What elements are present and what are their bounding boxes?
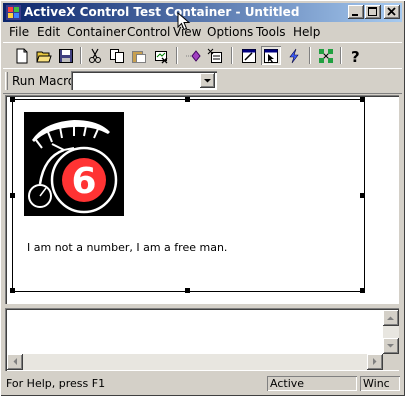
toolbar-separator <box>309 47 311 64</box>
status-help-pane: For Help, press F1 <box>3 376 265 391</box>
delete-icon <box>155 51 168 64</box>
invoke-methods-icon <box>289 48 299 64</box>
control-quote-text: I am not a number, I am a free man. <box>27 241 228 254</box>
resize-handle[interactable] <box>360 97 365 102</box>
main-window: ActiveX Control Test Container - Untitle… <box>0 0 405 396</box>
minimize-button[interactable] <box>348 5 364 19</box>
arrow-up-icon <box>387 316 394 320</box>
menu-edit[interactable]: Edit <box>37 25 60 39</box>
save-icon <box>59 49 73 63</box>
status-bar: For Help, press F1 Active Winc <box>3 374 402 393</box>
resize-handle[interactable] <box>10 97 15 102</box>
new-button[interactable] <box>12 46 32 65</box>
toolbar-separator <box>80 47 82 64</box>
status-help-text: For Help, press F1 <box>6 377 106 390</box>
mouse-pointer-icon <box>177 12 191 31</box>
maximize-button[interactable] <box>365 5 381 19</box>
open-button[interactable] <box>34 46 54 65</box>
resize-handle[interactable] <box>185 97 190 102</box>
minimize-icon <box>352 14 358 16</box>
properties-icon <box>207 48 222 63</box>
insert-control-icon <box>186 50 201 62</box>
toolbar-separator <box>176 47 178 64</box>
toolbar: ? <box>3 42 402 69</box>
menu-help[interactable]: Help <box>293 25 320 39</box>
connections-button[interactable] <box>316 46 336 65</box>
maximize-icon <box>368 7 377 16</box>
svg-text:?: ? <box>351 48 360 64</box>
cut-button[interactable] <box>85 46 105 65</box>
scroll-up-button[interactable] <box>383 310 399 326</box>
penny-farthing-logo: 6 <box>24 112 124 216</box>
arrow-right-icon <box>373 358 377 365</box>
status-mode-pane: Active <box>267 376 357 391</box>
arrow-down-icon <box>387 344 394 348</box>
paste-icon <box>132 51 146 63</box>
run-mode-button[interactable] <box>261 46 281 65</box>
close-button[interactable] <box>384 5 400 19</box>
invoke-methods-button[interactable] <box>284 46 304 65</box>
open-folder-icon <box>36 51 52 63</box>
menu-control[interactable]: Control <box>127 25 170 39</box>
insert-control-button[interactable] <box>183 46 203 65</box>
save-button[interactable] <box>56 46 76 65</box>
menu-container[interactable]: Container <box>67 25 126 39</box>
resize-handle[interactable] <box>185 288 190 293</box>
close-icon <box>387 7 396 16</box>
resize-handle[interactable] <box>360 193 365 198</box>
scrollbar-corner <box>383 354 399 370</box>
run-macro-dropdown-button[interactable] <box>200 73 215 88</box>
toolbar-separator <box>231 47 233 64</box>
cut-icon <box>89 48 101 63</box>
new-file-icon <box>16 48 28 64</box>
toolbar-separator <box>340 47 342 64</box>
run-mode-icon <box>264 49 278 63</box>
status-extra-pane: Winc <box>360 376 400 391</box>
window-title: ActiveX Control Test Container - Untitle… <box>24 5 300 19</box>
menu-tools[interactable]: Tools <box>256 25 286 39</box>
resize-handle[interactable] <box>10 288 15 293</box>
help-icon: ? <box>351 48 360 64</box>
menu-file[interactable]: File <box>9 25 29 39</box>
run-macro-label: Run Macro: <box>12 74 80 88</box>
resize-handle[interactable] <box>360 288 365 293</box>
arrow-left-icon <box>13 358 17 365</box>
menu-bar: File Edit Container Control View Options… <box>3 23 402 41</box>
horizontal-scrollbar[interactable] <box>7 354 383 370</box>
connections-icon <box>319 49 333 63</box>
scroll-down-button[interactable] <box>383 338 399 354</box>
copy-button[interactable] <box>107 46 127 65</box>
scroll-left-button[interactable] <box>7 354 23 370</box>
help-button[interactable]: ? <box>345 46 365 65</box>
status-mode-text: Active <box>270 377 305 390</box>
macro-bar: Run Macro: <box>3 68 402 94</box>
status-extra-text: Winc <box>363 377 390 390</box>
penny-farthing-icon: 6 <box>28 120 118 214</box>
app-icon <box>6 5 21 20</box>
properties-button[interactable] <box>205 46 225 65</box>
resize-handle[interactable] <box>10 193 15 198</box>
title-bar[interactable]: ActiveX Control Test Container - Untitle… <box>3 3 402 22</box>
chevron-down-icon <box>204 79 211 83</box>
design-mode-button[interactable] <box>239 46 259 65</box>
toolbar-grip[interactable] <box>5 72 8 90</box>
copy-icon <box>110 49 124 63</box>
paste-button[interactable] <box>129 46 149 65</box>
logo-number: 6 <box>71 161 96 202</box>
run-macro-combobox[interactable] <box>71 71 217 90</box>
vertical-scrollbar[interactable] <box>383 310 399 354</box>
delete-button[interactable] <box>151 46 171 65</box>
design-mode-icon <box>242 49 256 63</box>
scroll-right-button[interactable] <box>367 354 383 370</box>
menu-options[interactable]: Options <box>207 25 253 39</box>
